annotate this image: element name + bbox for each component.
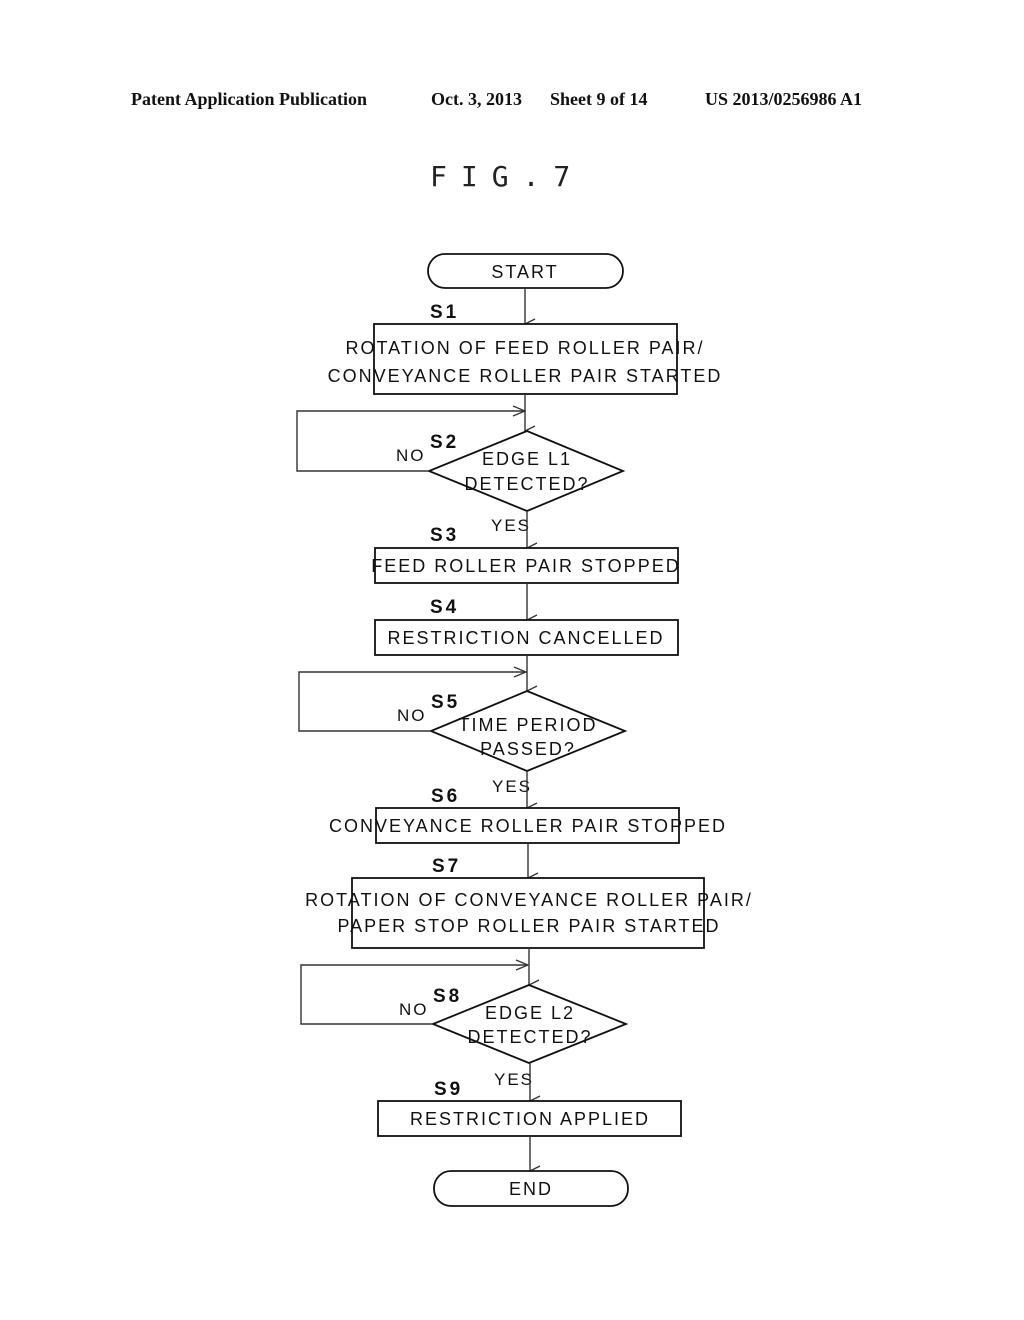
flowchart: START S1 ROTATION OF FEED ROLLER PAIR/ C… [296,253,753,1207]
step-label-s7: S7 [432,856,461,877]
step-label-s6: S6 [431,786,460,807]
step-label-s5: S5 [431,692,460,713]
process-s7: ROTATION OF CONVEYANCE ROLLER PAIR/ PAPE… [305,877,753,949]
process-box-s7 [351,877,705,949]
process-s1-line2: CONVEYANCE ROLLER PAIR STARTED [328,366,723,386]
step-label-s9: S9 [434,1079,463,1100]
process-s6-line1: CONVEYANCE ROLLER PAIR STOPPED [329,816,727,836]
end-terminal: END [433,1170,629,1207]
process-s4-line1: RESTRICTION CANCELLED [387,628,664,648]
branch-yes-s2: YES [491,516,531,535]
step-label-s4: S4 [430,597,459,618]
step-label-s1: S1 [430,302,459,323]
branch-no-s8: NO [399,1000,429,1019]
step-label-s3: S3 [430,525,459,546]
process-s9: RESTRICTION APPLIED [377,1100,682,1137]
start-terminal: START [427,253,624,289]
process-s7-line1: ROTATION OF CONVEYANCE ROLLER PAIR/ [305,890,753,910]
process-s3-line1: FEED ROLLER PAIR STOPPED [371,556,680,576]
branch-no-s2: NO [396,446,426,465]
process-s7-line2: PAPER STOP ROLLER PAIR STARTED [337,916,720,936]
process-s1-line1: ROTATION OF FEED ROLLER PAIR/ [345,338,704,358]
step-label-s2: S2 [430,432,459,453]
end-label: END [509,1179,553,1199]
step-label-s8: S8 [433,986,462,1007]
process-s9-line1: RESTRICTION APPLIED [410,1109,650,1129]
decision-s5-line1: TIME PERIOD [458,715,597,735]
branch-yes-s5: YES [492,777,532,796]
decision-s8-line1: EDGE L2 [485,1003,575,1023]
branch-yes-s8: YES [494,1070,534,1089]
process-s1: ROTATION OF FEED ROLLER PAIR/ CONVEYANCE… [328,323,723,395]
decision-s2-line1: EDGE L1 [482,449,572,469]
process-s6: CONVEYANCE ROLLER PAIR STOPPED [329,807,727,844]
decision-s5-line2: PASSED? [480,739,576,759]
decision-s8-line2: DETECTED? [467,1027,592,1047]
process-s4: RESTRICTION CANCELLED [374,619,679,656]
branch-no-s5: NO [397,706,427,725]
decision-s2-line2: DETECTED? [464,474,589,494]
process-s3: FEED ROLLER PAIR STOPPED [371,547,680,584]
start-label: START [491,262,558,282]
